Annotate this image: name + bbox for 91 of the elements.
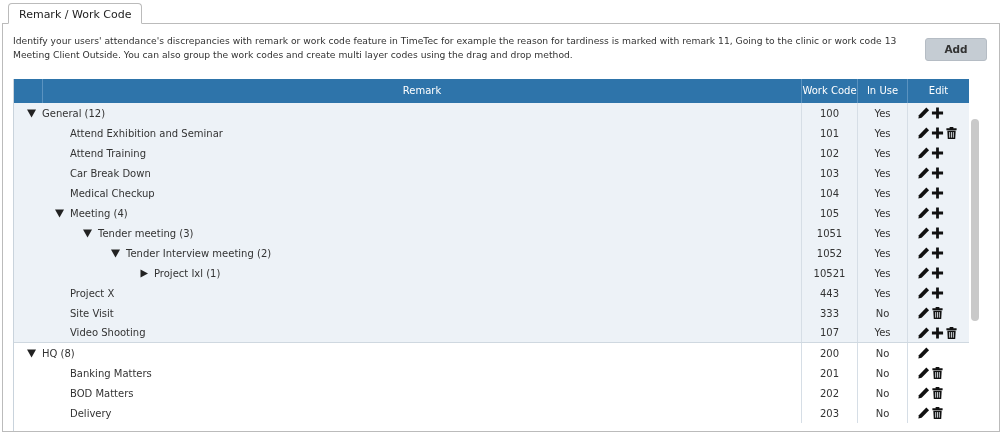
plus-button[interactable]	[931, 286, 944, 300]
work-code-text: 333	[819, 306, 840, 321]
plus-button[interactable]	[931, 325, 944, 340]
expanded-arrow-icon[interactable]	[82, 228, 94, 238]
trash-button[interactable]	[945, 126, 958, 140]
pencil-button[interactable]	[917, 386, 930, 400]
pencil-button[interactable]	[917, 226, 930, 240]
plus-button[interactable]	[931, 206, 944, 220]
remark-name[interactable]: Tender meeting (3)	[98, 225, 194, 241]
in-use-text: Yes	[874, 326, 891, 340]
add-button[interactable]: Add	[925, 38, 987, 61]
pencil-button[interactable]	[917, 406, 930, 420]
work-code-text: 103	[819, 166, 840, 181]
work-code-text: 102	[819, 146, 840, 161]
pencil-button[interactable]	[917, 206, 930, 220]
remark-name[interactable]: Project Ixl (1)	[154, 265, 221, 281]
remark-name[interactable]: Site Visit	[70, 305, 114, 321]
remark-name[interactable]: HQ (8)	[42, 345, 75, 361]
trash-button[interactable]	[931, 406, 944, 420]
remark-name[interactable]: Attend Exhibition and Seminar	[70, 125, 223, 141]
remark-name[interactable]: Medical Checkup	[70, 185, 155, 201]
pencil-button[interactable]	[917, 325, 930, 340]
in-use-text: Yes	[874, 226, 891, 241]
work-code-text: 1051	[816, 226, 843, 241]
pencil-button[interactable]	[917, 106, 930, 120]
in-use-text: Yes	[874, 186, 891, 201]
work-code-text: 443	[819, 286, 840, 301]
remark-name[interactable]: Project X	[70, 285, 115, 301]
work-code-text: 1052	[816, 246, 843, 261]
expanded-arrow-icon[interactable]	[26, 348, 38, 358]
pencil-button[interactable]	[917, 366, 930, 380]
work-code-text: 105	[819, 206, 840, 221]
work-code-text: 200	[819, 346, 840, 361]
plus-button[interactable]	[931, 226, 944, 240]
expanded-arrow-icon[interactable]	[54, 208, 66, 218]
remark-name[interactable]: Delivery	[70, 405, 112, 421]
scrollbar-thumb[interactable]	[971, 119, 979, 321]
remark-name[interactable]: Attend Training	[70, 145, 146, 161]
in-use-text: No	[875, 386, 890, 401]
in-use-text: No	[875, 406, 890, 421]
in-use-text: No	[875, 366, 890, 381]
plus-button[interactable]	[931, 166, 944, 180]
in-use-text: Yes	[874, 246, 891, 261]
pencil-button[interactable]	[917, 146, 930, 160]
in-use-text: No	[875, 346, 890, 361]
in-use-text: Yes	[874, 146, 891, 161]
in-use-text: Yes	[874, 286, 891, 301]
collapsed-arrow-icon[interactable]	[138, 268, 150, 278]
remark-name[interactable]: Car Break Down	[70, 165, 151, 181]
work-code-text: 104	[819, 186, 840, 201]
in-use-text: No	[875, 306, 890, 321]
plus-button[interactable]	[931, 126, 944, 140]
pencil-button[interactable]	[917, 306, 930, 320]
trash-button[interactable]	[931, 306, 944, 320]
in-use-text: Yes	[874, 126, 891, 141]
trash-button[interactable]	[931, 366, 944, 380]
pencil-button[interactable]	[917, 186, 930, 200]
remark-name[interactable]: General (12)	[42, 105, 106, 121]
work-code-text: 10521	[813, 266, 846, 281]
pencil-button[interactable]	[917, 346, 930, 360]
plus-button[interactable]	[931, 246, 944, 260]
in-use-text: Yes	[874, 166, 891, 181]
work-code-text: 101	[819, 126, 840, 141]
pencil-button[interactable]	[917, 126, 930, 140]
remark-name[interactable]: Video Shooting	[70, 325, 146, 340]
work-code-text: 100	[819, 106, 840, 121]
pencil-button[interactable]	[917, 266, 930, 280]
work-code-text: 203	[819, 406, 840, 421]
plus-button[interactable]	[931, 266, 944, 280]
trash-button[interactable]	[945, 325, 958, 340]
plus-button[interactable]	[931, 146, 944, 160]
remark-name[interactable]: BOD Matters	[70, 385, 134, 401]
remark-name[interactable]: Banking Matters	[70, 365, 152, 381]
work-code-text: 201	[819, 366, 840, 381]
in-use-text: Yes	[874, 266, 891, 281]
in-use-text: Yes	[874, 106, 891, 121]
description-text: Identify your users' attendance's discrepancies with remark or work code feature in TimeTec for example the reason for tardiness is marked with remark 11, Going to the clinic or work code 13 Meeting Client Outside. You can also group the work codes and create multi layer codes using the drag and drop method.	[13, 34, 898, 62]
in-use-text: Yes	[874, 206, 891, 221]
tab[interactable]: Remark / Work Code	[8, 3, 143, 24]
plus-button[interactable]	[931, 186, 944, 200]
work-code-text: 107	[819, 326, 840, 340]
work-code-text: 202	[819, 386, 840, 401]
expanded-arrow-icon[interactable]	[110, 248, 122, 258]
remark-name[interactable]: Meeting (4)	[70, 205, 128, 221]
pencil-button[interactable]	[917, 286, 930, 300]
trash-button[interactable]	[931, 386, 944, 400]
pencil-button[interactable]	[917, 246, 930, 260]
pencil-button[interactable]	[917, 166, 930, 180]
remark-name[interactable]: Tender Interview meeting (2)	[126, 245, 272, 261]
expanded-arrow-icon[interactable]	[26, 108, 38, 118]
plus-button[interactable]	[931, 106, 944, 120]
